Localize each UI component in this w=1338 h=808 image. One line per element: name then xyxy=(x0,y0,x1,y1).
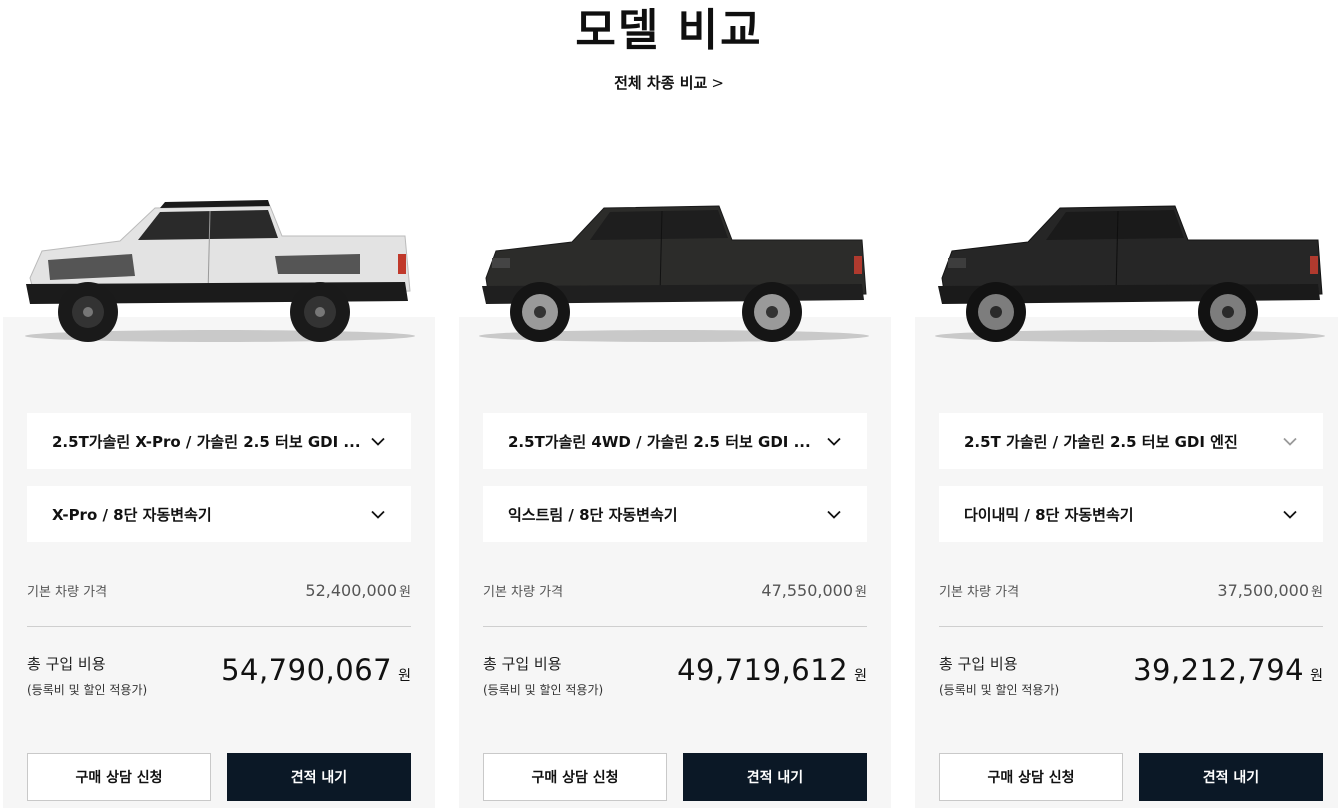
total-cost-value: 39,212,794 원 xyxy=(1133,653,1323,687)
trim-select[interactable]: X-Pro / 8단 자동변속기 xyxy=(27,486,411,542)
get-quote-button[interactable]: 견적 내기 xyxy=(227,753,411,801)
trim-select-value: 익스트림 / 8단 자동변속기 xyxy=(508,505,678,524)
total-cost-note: (등록비 및 할인 적용가) xyxy=(27,683,148,697)
base-price-unit: 원 xyxy=(855,585,867,600)
trim-select[interactable]: 익스트림 / 8단 자동변속기 xyxy=(483,486,867,542)
base-price-row: 기본 차량 가격 37,500,000 원 xyxy=(939,581,1323,600)
base-price-unit: 원 xyxy=(1311,585,1323,600)
get-quote-button[interactable]: 견적 내기 xyxy=(683,753,867,801)
chevron-down-icon xyxy=(827,507,841,521)
total-cost-number: 49,719,612 xyxy=(677,653,849,687)
model-card-3: 2.5T 가솔린 / 가솔린 2.5 터보 GDI 엔진 다이내믹 / 8단 자… xyxy=(915,317,1338,808)
base-price-label: 기본 차량 가격 xyxy=(483,585,564,600)
chevron-down-icon xyxy=(1283,507,1297,521)
base-price-label: 기본 차량 가격 xyxy=(939,585,1020,600)
engine-select[interactable]: 2.5T가솔린 4WD / 가솔린 2.5 터보 GDI ... xyxy=(483,413,867,469)
base-price-row: 기본 차량 가격 47,550,000 원 xyxy=(483,581,867,600)
truck-image-extreme xyxy=(479,205,869,342)
truck-image-xpro xyxy=(25,200,415,342)
page-title: 모델 비교 xyxy=(575,5,763,56)
total-cost-label: 총 구입 비용 xyxy=(483,655,562,673)
chevron-down-icon xyxy=(371,507,385,521)
model-card-1: 2.5T가솔린 X-Pro / 가솔린 2.5 터보 GDI ... X-Pro… xyxy=(3,317,435,808)
engine-select-value: 2.5T가솔린 X-Pro / 가솔린 2.5 터보 GDI ... xyxy=(52,432,361,451)
trim-select-value: 다이내믹 / 8단 자동변속기 xyxy=(964,505,1134,524)
purchase-consult-button[interactable]: 구매 상담 신청 xyxy=(939,753,1123,801)
full-compare-link[interactable]: 전체 차종 비교 > xyxy=(0,72,1338,93)
divider xyxy=(939,626,1323,627)
engine-select[interactable]: 2.5T 가솔린 / 가솔린 2.5 터보 GDI 엔진 xyxy=(939,413,1323,469)
divider xyxy=(27,626,411,627)
chevron-down-icon xyxy=(827,434,841,448)
trim-select-value: X-Pro / 8단 자동변속기 xyxy=(52,505,212,524)
base-price-value: 37,500,000 xyxy=(1217,581,1310,600)
truck-image-dynamic xyxy=(935,205,1325,342)
total-cost-unit: 원 xyxy=(398,668,411,684)
total-cost-number: 54,790,067 xyxy=(221,653,393,687)
purchase-consult-button[interactable]: 구매 상담 신청 xyxy=(483,753,667,801)
engine-select[interactable]: 2.5T가솔린 X-Pro / 가솔린 2.5 터보 GDI ... xyxy=(27,413,411,469)
model-card-2: 2.5T가솔린 4WD / 가솔린 2.5 터보 GDI ... 익스트림 / … xyxy=(459,317,891,808)
base-price-value: 52,400,000 xyxy=(305,581,398,600)
total-cost-unit: 원 xyxy=(1310,668,1323,684)
base-price-unit: 원 xyxy=(399,585,411,600)
chevron-down-icon xyxy=(1283,434,1297,448)
divider xyxy=(483,626,867,627)
purchase-consult-button[interactable]: 구매 상담 신청 xyxy=(27,753,211,801)
total-cost-number: 39,212,794 xyxy=(1133,653,1305,687)
base-price-label: 기본 차량 가격 xyxy=(27,585,108,600)
total-cost-note: (등록비 및 할인 적용가) xyxy=(939,683,1060,697)
total-cost-value: 49,719,612 원 xyxy=(677,653,867,687)
total-cost-value: 54,790,067 원 xyxy=(221,653,411,687)
total-cost-unit: 원 xyxy=(854,668,867,684)
full-compare-link-label: 전체 차종 비교 xyxy=(614,74,708,92)
total-cost-note: (등록비 및 할인 적용가) xyxy=(483,683,604,697)
engine-select-value: 2.5T 가솔린 / 가솔린 2.5 터보 GDI 엔진 xyxy=(964,432,1238,451)
trim-select[interactable]: 다이내믹 / 8단 자동변속기 xyxy=(939,486,1323,542)
chevron-down-icon xyxy=(371,434,385,448)
chevron-right-icon: > xyxy=(711,74,724,92)
total-cost-label: 총 구입 비용 xyxy=(27,655,106,673)
total-cost-label: 총 구입 비용 xyxy=(939,655,1018,673)
get-quote-button[interactable]: 견적 내기 xyxy=(1139,753,1323,801)
base-price-value: 47,550,000 xyxy=(761,581,854,600)
engine-select-value: 2.5T가솔린 4WD / 가솔린 2.5 터보 GDI ... xyxy=(508,432,811,451)
base-price-row: 기본 차량 가격 52,400,000 원 xyxy=(27,581,411,600)
